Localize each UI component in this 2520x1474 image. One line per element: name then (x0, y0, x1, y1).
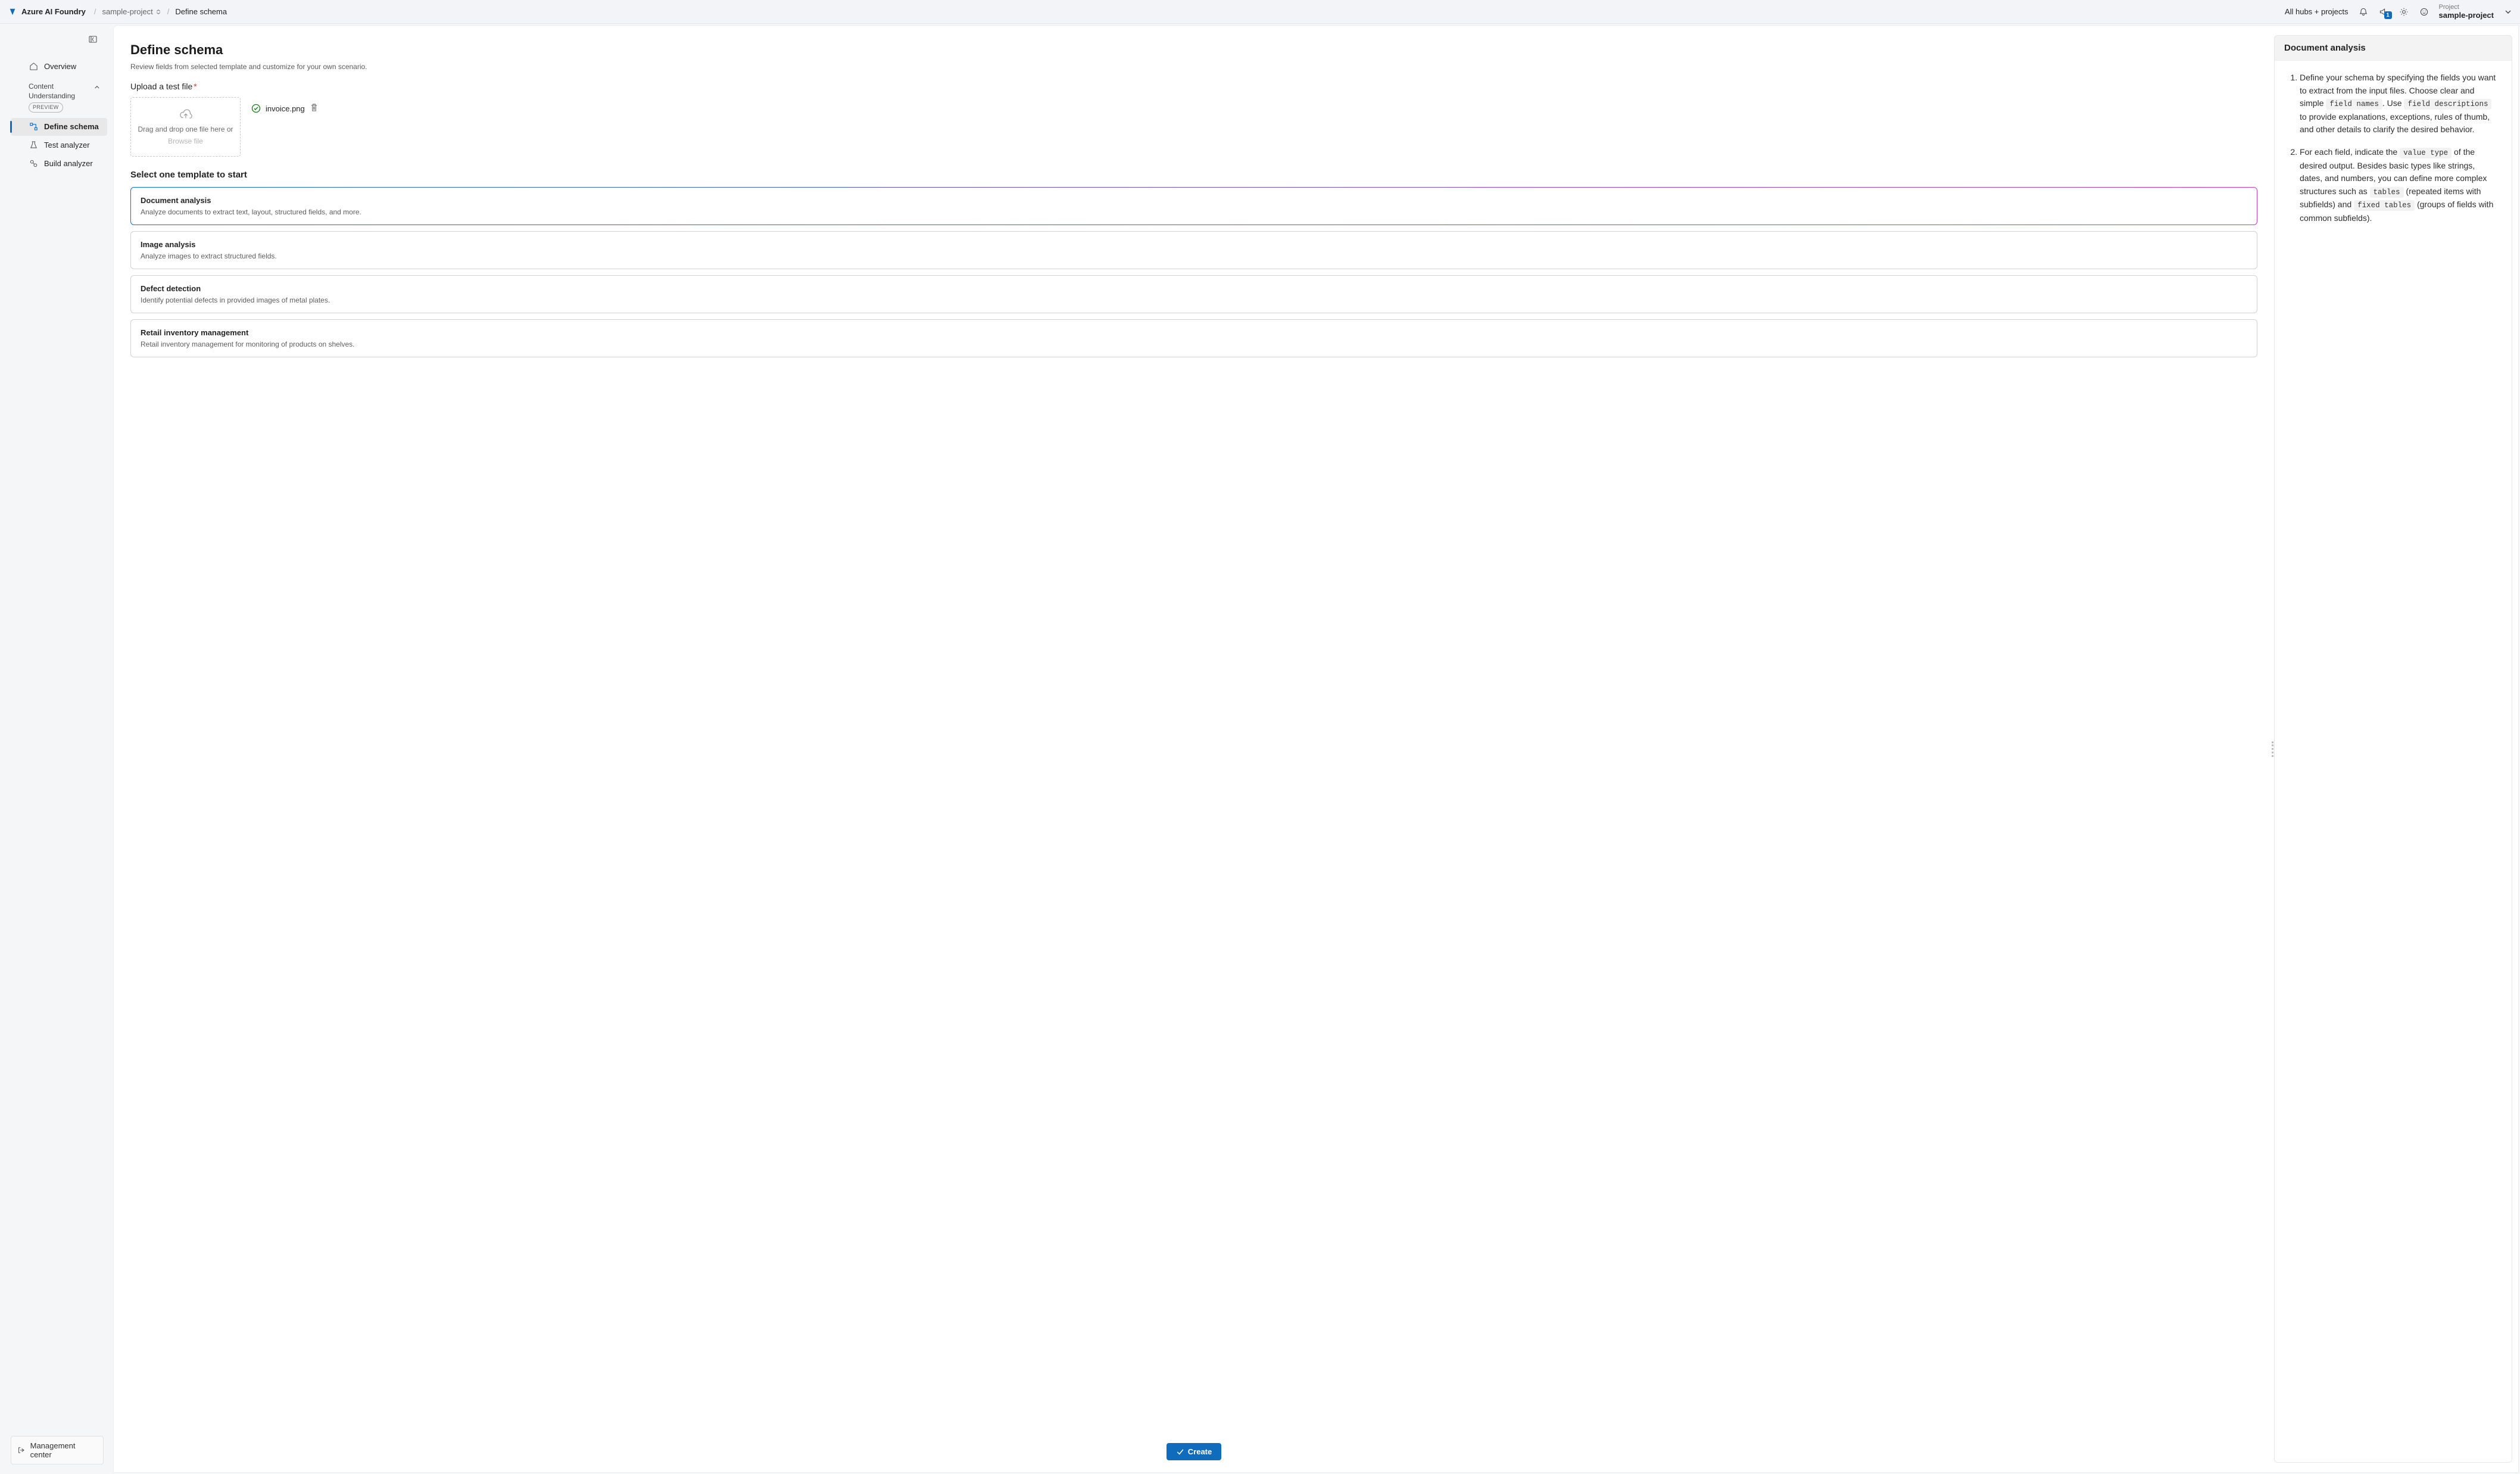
uploaded-file-chip: invoice.png (251, 103, 319, 114)
project-picker-value: sample-project (2439, 11, 2494, 20)
notification-badge: 1 (2384, 11, 2392, 19)
info-panel-body: Define your schema by specifying the fie… (2275, 61, 2512, 245)
template-card-3[interactable]: Retail inventory management Retail invent… (130, 319, 2257, 357)
template-desc: Identify potential defects in provided i… (141, 296, 2247, 304)
code-value-type: value type (2400, 148, 2452, 158)
breadcrumb: Azure AI Foundry / sample-project / Defi… (8, 7, 227, 16)
main-column: Define schema Review fields from selecte… (114, 26, 2274, 1472)
nav-overview-label: Overview (44, 62, 76, 71)
template-section-heading: Select one template to start (130, 170, 2257, 180)
template-title: Retail inventory management (141, 328, 2247, 337)
breadcrumb-separator: / (166, 7, 171, 16)
dropzone-browse: Browse file (168, 137, 203, 145)
template-desc: Analyze documents to extract text, layou… (141, 208, 2247, 216)
info-panel: Document analysis Define your schema by … (2274, 26, 2518, 1472)
nav-list: Overview Content Understanding PREVIEW D… (0, 57, 113, 173)
info-panel-title: Document analysis (2275, 36, 2512, 61)
template-list: Document analysis Analyze documents to ex… (130, 187, 2257, 363)
template-title: Document analysis (141, 196, 2247, 205)
nav-build-analyzer-label: Build analyzer (44, 159, 93, 168)
cloud-upload-icon (179, 108, 192, 121)
panel-splitter[interactable] (2271, 737, 2275, 761)
announcement-icon[interactable]: 1 (2378, 7, 2389, 17)
template-desc: Analyze images to extract structured fie… (141, 252, 2247, 260)
nav-define-schema-label: Define schema (44, 122, 99, 131)
code-fixed-tables: fixed tables (2354, 200, 2415, 211)
code-field-descriptions: field descriptions (2404, 99, 2491, 110)
sidebar: Overview Content Understanding PREVIEW D… (0, 24, 113, 1474)
nav-build-analyzer[interactable]: Build analyzer (11, 155, 107, 173)
check-circle-icon (251, 104, 261, 113)
chevron-up-icon (94, 84, 100, 91)
template-card-0[interactable]: Document analysis Analyze documents to ex… (130, 187, 2257, 225)
settings-gear-icon[interactable] (2399, 7, 2409, 17)
info-step-2: For each field, indicate the value type … (2300, 146, 2499, 225)
exit-icon (17, 1446, 26, 1454)
nav-group-label: Content Understanding (29, 82, 94, 101)
file-dropzone[interactable]: Drag and drop one file here or Browse fi… (130, 97, 241, 157)
chevron-down-icon (2505, 8, 2512, 15)
home-icon (29, 61, 38, 71)
template-title: Image analysis (141, 240, 2247, 249)
template-title: Defect detection (141, 284, 2247, 293)
template-desc: Retail inventory management for monitori… (141, 340, 2247, 348)
page-title: Define schema (130, 42, 2257, 58)
azure-logo-icon (8, 8, 17, 16)
page-subtitle: Review fields from selected template and… (130, 63, 2257, 71)
nav-overview[interactable]: Overview (11, 57, 107, 75)
nav-test-analyzer-label: Test analyzer (44, 141, 90, 149)
create-bar: Create (130, 1434, 2257, 1460)
create-button-label: Create (1188, 1447, 1212, 1456)
main-wrap: Overview Content Understanding PREVIEW D… (0, 24, 2520, 1474)
info-step-1: Define your schema by specifying the fie… (2300, 71, 2499, 136)
brand-name[interactable]: Azure AI Foundry (21, 7, 86, 16)
code-tables: tables (2370, 187, 2404, 198)
notification-bell-icon[interactable] (2358, 7, 2369, 17)
create-button[interactable]: Create (1167, 1443, 1221, 1460)
management-center-label: Management center (30, 1441, 97, 1459)
schema-icon (29, 122, 38, 132)
build-icon (29, 159, 38, 169)
project-picker[interactable]: Project sample-project (2439, 1, 2512, 23)
required-asterisk: * (194, 82, 197, 91)
upload-label: Upload a test file* (130, 82, 2257, 91)
trash-icon (310, 103, 319, 112)
upload-row: Drag and drop one file here or Browse fi… (130, 97, 2257, 157)
header-actions: All hubs + projects 1 Project sample-pro… (2285, 1, 2512, 23)
code-field-names: field names (2326, 99, 2382, 110)
preview-badge: PREVIEW (29, 102, 63, 112)
template-card-2[interactable]: Defect detection Identify potential defec… (130, 275, 2257, 313)
project-picker-label: Project (2439, 4, 2494, 11)
management-center-button[interactable]: Management center (11, 1436, 104, 1464)
breadcrumb-separator: / (93, 7, 98, 16)
all-hubs-link[interactable]: All hubs + projects (2285, 7, 2349, 16)
nav-define-schema[interactable]: Define schema (11, 118, 107, 136)
template-card-1[interactable]: Image analysis Analyze images to extract … (130, 231, 2257, 269)
delete-file-button[interactable] (310, 103, 319, 114)
dropzone-text: Drag and drop one file here or (138, 125, 233, 135)
feedback-smile-icon[interactable] (2419, 7, 2429, 17)
flask-icon (29, 141, 38, 150)
breadcrumb-current: Define schema (175, 7, 227, 16)
content-area: Define schema Review fields from selecte… (113, 25, 2519, 1473)
sidebar-collapse-icon[interactable] (88, 35, 99, 45)
top-bar: Azure AI Foundry / sample-project / Defi… (0, 0, 2520, 24)
check-icon (1176, 1448, 1184, 1456)
nav-test-analyzer[interactable]: Test analyzer (11, 136, 107, 154)
nav-group-content-understanding[interactable]: Content Understanding PREVIEW (11, 77, 107, 117)
uploaded-file-name: invoice.png (266, 104, 305, 113)
chevron-updown-icon (155, 9, 161, 15)
breadcrumb-project[interactable]: sample-project (102, 7, 161, 16)
